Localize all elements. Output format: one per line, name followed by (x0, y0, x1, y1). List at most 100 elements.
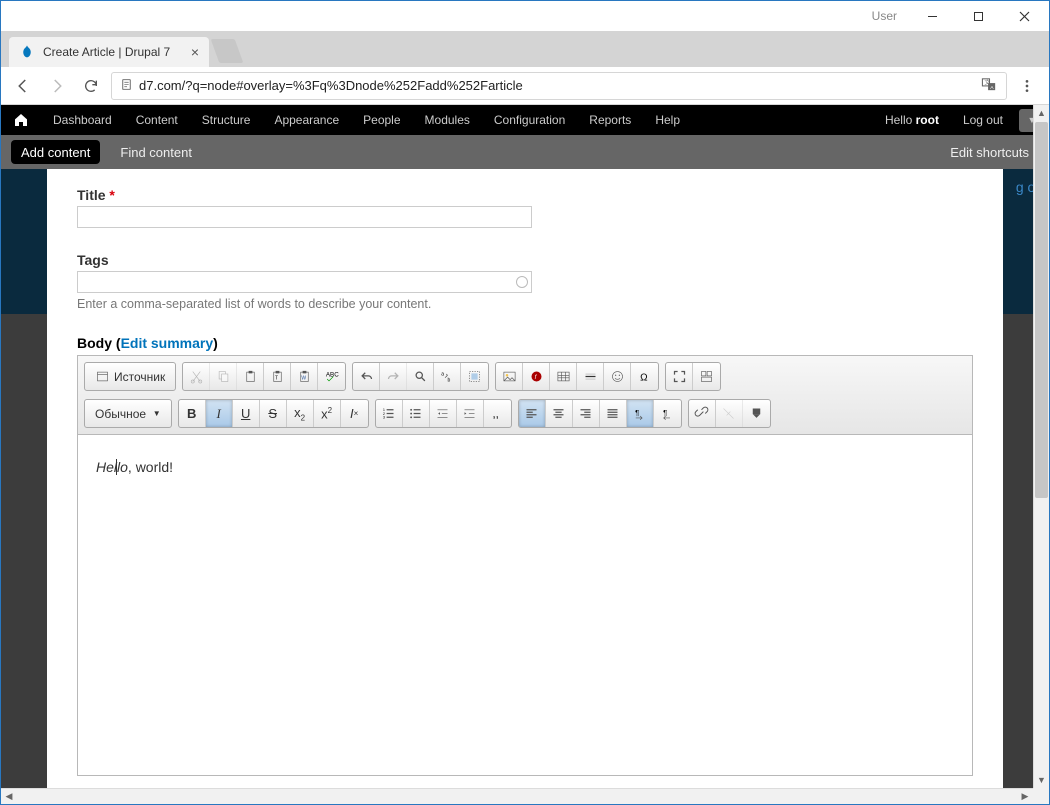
rtl-button[interactable]: ¶ (654, 400, 681, 427)
svg-text:T: T (275, 376, 278, 382)
ckeditor-toolbar: Источник T W ABC (78, 356, 972, 435)
superscript-button[interactable]: x2 (314, 400, 341, 427)
spellcheck-button[interactable]: ABC (318, 363, 345, 390)
svg-text:W: W (301, 376, 306, 382)
maximize-button[interactable] (666, 363, 693, 390)
redo-button[interactable] (380, 363, 407, 390)
scrollbar-thumb[interactable] (1035, 122, 1048, 498)
subscript-button[interactable]: x2 (287, 400, 314, 427)
admin-hello: Hello root (873, 113, 951, 127)
translate-icon[interactable]: 文A (981, 76, 998, 96)
outdent-button[interactable] (430, 400, 457, 427)
source-button[interactable]: Источник (85, 363, 175, 390)
undo-button[interactable] (353, 363, 380, 390)
admin-menu-people[interactable]: People (351, 105, 412, 135)
flash-button[interactable]: f (523, 363, 550, 390)
selectall-button[interactable] (461, 363, 488, 390)
admin-menu-reports[interactable]: Reports (577, 105, 643, 135)
align-left-button[interactable] (519, 400, 546, 427)
page-info-icon[interactable] (120, 78, 133, 94)
scroll-up-icon[interactable]: ▲ (1034, 105, 1049, 121)
paste-button[interactable] (237, 363, 264, 390)
bold-button[interactable]: B (179, 400, 206, 427)
smiley-button[interactable] (604, 363, 631, 390)
italic-button[interactable]: I (206, 400, 233, 427)
reload-button[interactable] (77, 72, 105, 100)
admin-menu-appearance[interactable]: Appearance (262, 105, 351, 135)
admin-menu-configuration[interactable]: Configuration (482, 105, 577, 135)
os-titlebar: User (1, 1, 1049, 31)
editor-body[interactable]: Hello, world! (78, 435, 972, 775)
window-maximize-button[interactable] (955, 1, 1001, 31)
underline-button[interactable]: U (233, 400, 260, 427)
hr-button[interactable] (577, 363, 604, 390)
shortcut-bar: Add content Find content Edit shortcuts (1, 135, 1049, 169)
horizontal-scrollbar[interactable]: ◀ ▶ (1, 788, 1033, 804)
overlay-content: Title * Tags Enter a comma-separated lis… (47, 169, 1003, 804)
shortcut-add-content[interactable]: Add content (11, 140, 100, 164)
removeformat-button[interactable]: I× (341, 400, 368, 427)
drupal-admin-menu: Dashboard Content Structure Appearance P… (1, 105, 1049, 135)
blockquote-button[interactable]: ,, (484, 400, 511, 427)
svg-text:¶: ¶ (663, 408, 667, 417)
shortcut-find-content[interactable]: Find content (110, 140, 202, 164)
forward-button[interactable] (43, 72, 71, 100)
admin-home-icon[interactable] (1, 105, 41, 135)
paste-text-button[interactable]: T (264, 363, 291, 390)
admin-menu-help[interactable]: Help (643, 105, 692, 135)
tab-close-icon[interactable]: × (191, 44, 199, 60)
find-button[interactable] (407, 363, 434, 390)
specialchar-button[interactable]: Ω (631, 363, 658, 390)
edit-summary-link[interactable]: Edit summary (121, 335, 214, 351)
shortcut-edit[interactable]: Edit shortcuts (940, 140, 1039, 164)
field-tags: Tags Enter a comma-separated list of wor… (77, 252, 973, 311)
os-user-label: User (872, 9, 897, 23)
svg-text:3: 3 (383, 416, 385, 420)
title-input[interactable] (77, 206, 532, 228)
link-button[interactable] (689, 400, 716, 427)
align-right-button[interactable] (573, 400, 600, 427)
title-label: Title (77, 187, 106, 203)
strike-button[interactable]: S (260, 400, 287, 427)
scroll-left-icon[interactable]: ◀ (1, 789, 17, 805)
window-minimize-button[interactable] (909, 1, 955, 31)
tags-input[interactable] (77, 271, 532, 293)
new-tab-button[interactable] (211, 39, 244, 63)
admin-menu-content[interactable]: Content (124, 105, 190, 135)
browser-tab[interactable]: Create Article | Drupal 7 × (9, 37, 209, 67)
indent-button[interactable] (457, 400, 484, 427)
ltr-button[interactable]: ¶ (627, 400, 654, 427)
tab-title: Create Article | Drupal 7 (43, 45, 183, 59)
replace-button[interactable]: ab (434, 363, 461, 390)
tags-label: Tags (77, 252, 973, 268)
browser-menu-button[interactable] (1013, 72, 1041, 100)
paste-word-button[interactable]: W (291, 363, 318, 390)
admin-menu-modules[interactable]: Modules (413, 105, 482, 135)
address-bar[interactable]: d7.com/?q=node#overlay=%3Fq%3Dnode%252Fa… (111, 72, 1007, 100)
svg-text:,,: ,, (492, 408, 498, 420)
ckeditor: Источник T W ABC (77, 355, 973, 776)
admin-logout[interactable]: Log out (951, 105, 1015, 135)
drupal-favicon (19, 44, 35, 60)
scroll-down-icon[interactable]: ▼ (1034, 772, 1049, 788)
cut-button[interactable] (183, 363, 210, 390)
showblocks-button[interactable] (693, 363, 720, 390)
body-label: Body (77, 335, 112, 351)
back-button[interactable] (9, 72, 37, 100)
vertical-scrollbar[interactable]: ▲ ▼ (1033, 105, 1049, 788)
field-title: Title * (77, 187, 973, 228)
image-button[interactable] (496, 363, 523, 390)
numlist-button[interactable]: 123 (376, 400, 403, 427)
align-center-button[interactable] (546, 400, 573, 427)
admin-menu-dashboard[interactable]: Dashboard (41, 105, 124, 135)
align-justify-button[interactable] (600, 400, 627, 427)
admin-menu-structure[interactable]: Structure (190, 105, 263, 135)
format-dropdown[interactable]: Обычное ▼ (85, 400, 171, 427)
unlink-button[interactable] (716, 400, 743, 427)
table-button[interactable] (550, 363, 577, 390)
window-close-button[interactable] (1001, 1, 1047, 31)
bullist-button[interactable] (403, 400, 430, 427)
copy-button[interactable] (210, 363, 237, 390)
scroll-right-icon[interactable]: ▶ (1017, 789, 1033, 805)
anchor-button[interactable] (743, 400, 770, 427)
